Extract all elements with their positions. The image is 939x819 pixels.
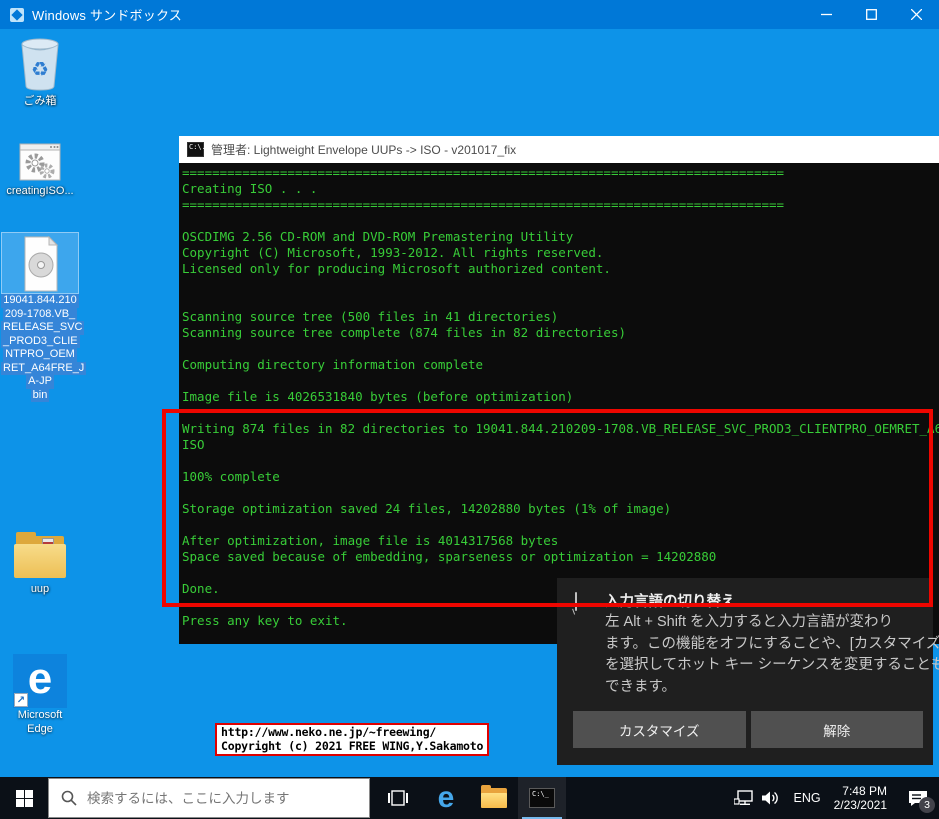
network-icon — [734, 790, 753, 806]
desktop-icon-bin-file[interactable]: 19041.844.210209-1708.VB_RELEASE_SVC_PRO… — [1, 232, 79, 402]
search-input[interactable] — [85, 790, 369, 807]
sandbox-window-title: Windows サンドボックス — [32, 5, 182, 24]
network-button[interactable] — [731, 777, 757, 819]
desktop-icon-microsoft-edge[interactable]: e ↗ MicrosoftEdge — [1, 650, 79, 736]
notification-count-badge: 3 — [919, 797, 935, 813]
search-icon — [61, 790, 77, 806]
desktop-icon-recycle-bin[interactable]: ♻ ごみ箱 — [1, 34, 79, 108]
popup-body-text: 左 Alt + Shift を入力すると入力言語が変わり ます。この機能をオフに… — [605, 612, 923, 698]
credit-box: http://www.neko.ne.jp/~freewing/ Copyrig… — [215, 723, 489, 756]
console-title: 管理者: Lightweight Envelope UUPs -> ISO - … — [211, 141, 516, 158]
cmd-icon — [187, 142, 204, 157]
maximize-icon — [866, 9, 877, 20]
batch-file-icon — [18, 142, 62, 182]
input-language-popup: 入力言語の切り替え 左 Alt + Shift を入力すると入力言語が変わり ま… — [557, 578, 933, 765]
file-explorer-icon — [481, 788, 507, 808]
dismiss-button[interactable]: 解除 — [751, 711, 924, 748]
desktop-icon-creating-iso[interactable]: creatingISO... — [1, 136, 79, 198]
desktop-icon-label: 19041.844.210209-1708.VB_RELEASE_SVC_PRO… — [1, 294, 79, 402]
sandbox-titlebar[interactable]: Windows サンドボックス — [0, 0, 939, 29]
windows-sandbox-screen: Windows サンドボックス ♻ ごみ箱 — [0, 0, 939, 819]
popup-title: 入力言語の切り替え — [605, 590, 736, 611]
task-view-button[interactable] — [374, 777, 422, 819]
disc-image-file-icon — [17, 235, 63, 293]
input-indicator-icon — [575, 592, 577, 611]
language-indicator[interactable]: ENG — [785, 777, 830, 819]
taskbar: e ENG — [0, 777, 939, 819]
sandbox-app-icon — [9, 7, 25, 23]
task-view-icon — [388, 789, 408, 807]
desktop-icon-label: creatingISO... — [1, 185, 79, 198]
desktop-icon-label: ごみ箱 — [1, 95, 79, 108]
desktop-icon-uup-folder[interactable]: uup — [1, 524, 79, 596]
start-icon — [16, 790, 33, 807]
shortcut-arrow-icon: ↗ — [14, 693, 28, 707]
close-button[interactable] — [894, 0, 939, 29]
desktop-icon-label: MicrosoftEdge — [1, 708, 79, 736]
customize-button[interactable]: カスタマイズ — [573, 711, 746, 748]
cmd-icon — [529, 788, 555, 808]
taskbar-cmd-button[interactable] — [518, 777, 566, 819]
credit-text: http://www.neko.ne.jp/~freewing/ Copyrig… — [221, 726, 483, 753]
taskbar-edge-button[interactable]: e — [422, 777, 470, 819]
maximize-button[interactable] — [849, 0, 894, 29]
taskbar-search[interactable] — [48, 778, 370, 818]
desktop-icon-label: uup — [1, 583, 79, 596]
volume-icon — [762, 790, 780, 806]
console-output: ========================================… — [179, 163, 939, 644]
clock[interactable]: 7:48 PM2/23/2021 — [830, 777, 897, 819]
folder-icon — [14, 536, 66, 580]
system-tray: ENG 7:48 PM2/23/2021 3 — [731, 777, 939, 819]
minimize-icon — [821, 9, 832, 20]
action-center-button[interactable]: 3 — [897, 777, 939, 819]
edge-icon: e — [438, 783, 455, 813]
volume-button[interactable] — [757, 777, 785, 819]
file-explorer-button[interactable] — [470, 777, 518, 819]
start-button[interactable] — [0, 777, 48, 819]
console-window: 管理者: Lightweight Envelope UUPs -> ISO - … — [179, 136, 939, 644]
svg-text:♻: ♻ — [31, 59, 49, 81]
recycle-bin-icon: ♻ — [17, 36, 63, 92]
edge-icon: e ↗ — [13, 654, 67, 708]
close-icon — [911, 9, 922, 20]
console-titlebar[interactable]: 管理者: Lightweight Envelope UUPs -> ISO - … — [179, 136, 939, 163]
minimize-button[interactable] — [804, 0, 849, 29]
